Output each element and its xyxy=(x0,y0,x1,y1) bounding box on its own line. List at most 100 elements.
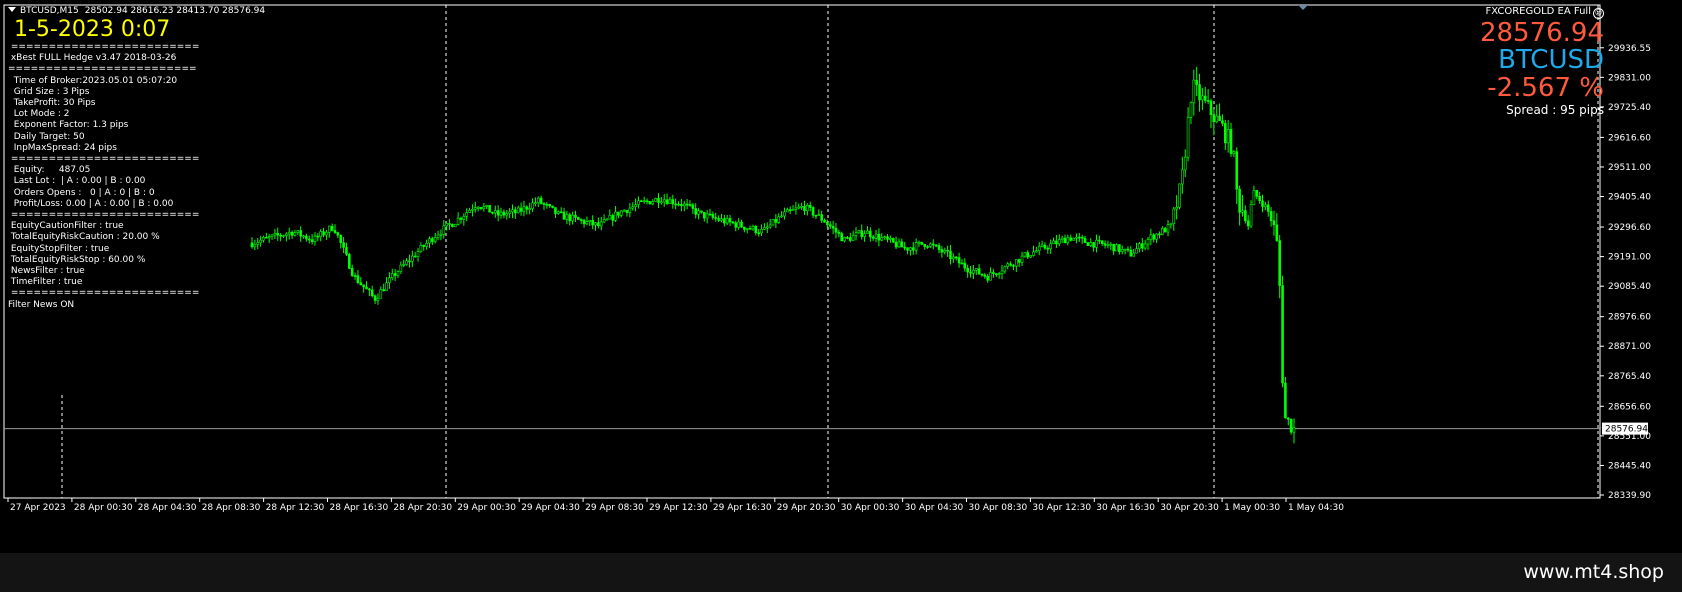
y-tick-label: 28339.90 xyxy=(1608,491,1651,501)
candle-body xyxy=(932,243,935,246)
candle-body xyxy=(674,203,677,206)
candle-body xyxy=(534,202,537,205)
candle-body xyxy=(285,233,288,236)
candle-body xyxy=(453,223,457,228)
candle-body xyxy=(505,213,509,216)
chart-menu-triangle-icon[interactable] xyxy=(8,7,16,12)
candle-body xyxy=(662,199,666,203)
candle xyxy=(768,218,772,229)
candle xyxy=(837,229,841,238)
candle-body xyxy=(909,247,912,251)
candle-body xyxy=(831,226,835,229)
candle-body xyxy=(536,197,540,204)
candle-body xyxy=(820,214,823,221)
candle-body xyxy=(388,277,391,283)
candle xyxy=(757,228,760,237)
candle xyxy=(828,221,832,230)
x-tick-label: 30 Apr 16:30 xyxy=(1096,503,1155,513)
x-tick-label: 29 Apr 16:30 xyxy=(713,503,772,513)
symbol-timeframe: BTCUSD,M15 xyxy=(20,6,79,16)
candle-body xyxy=(574,214,577,218)
candle xyxy=(373,294,377,304)
candle xyxy=(960,259,964,265)
x-tick-label: 30 Apr 04:30 xyxy=(905,503,964,513)
candle-body xyxy=(602,219,606,223)
candle xyxy=(926,245,929,249)
candle-body xyxy=(880,237,884,241)
candle-body xyxy=(1112,243,1115,252)
chart-area[interactable]: 29936.55 29831.00 29725.40 29616.60 29511.00… xyxy=(0,0,1682,553)
candle xyxy=(714,212,718,222)
candle-body xyxy=(860,230,864,237)
candle-body xyxy=(745,228,749,230)
candle-body xyxy=(1012,265,1015,267)
candle-body xyxy=(800,205,803,208)
candle-body xyxy=(688,204,692,206)
candle-body xyxy=(1080,236,1084,239)
candle-body xyxy=(737,221,740,228)
candle-body xyxy=(994,273,998,276)
candle-body xyxy=(771,219,775,226)
candle xyxy=(937,242,941,254)
candle xyxy=(1272,210,1276,236)
candle xyxy=(439,229,443,241)
candle xyxy=(880,233,884,242)
candle-body xyxy=(1046,247,1050,250)
candle-body xyxy=(368,288,371,291)
candle xyxy=(316,232,320,242)
candle-body xyxy=(276,232,280,236)
candle-body xyxy=(1266,204,1270,212)
daily-change: -2.567 % xyxy=(1487,73,1604,103)
candle xyxy=(568,212,572,226)
candle-body xyxy=(396,271,400,276)
candle xyxy=(1120,245,1124,255)
candle xyxy=(396,270,400,279)
candle-body xyxy=(468,210,471,213)
candle-body xyxy=(685,203,689,206)
candle-body xyxy=(648,201,652,205)
candle xyxy=(682,200,686,212)
candle xyxy=(299,226,302,242)
candle-body xyxy=(1201,95,1204,101)
candle xyxy=(860,224,864,240)
candle-body xyxy=(894,241,898,248)
candle-body xyxy=(711,214,715,218)
x-tick-label: 27 Apr 2023 xyxy=(10,503,66,513)
candle-body xyxy=(854,232,858,236)
candle xyxy=(399,261,403,274)
candle xyxy=(356,270,360,285)
candle-body xyxy=(768,224,772,228)
candle-body xyxy=(1043,244,1047,249)
candle xyxy=(416,248,420,262)
candle xyxy=(319,229,323,242)
candle xyxy=(270,234,274,240)
y-tick-label: 28445.40 xyxy=(1608,461,1651,471)
candle-body xyxy=(262,236,265,241)
candle xyxy=(433,232,437,244)
candle xyxy=(923,243,927,250)
candle xyxy=(307,235,311,244)
candle xyxy=(1083,235,1087,243)
candle-body xyxy=(522,206,526,212)
candle-body xyxy=(1289,418,1293,433)
candle xyxy=(1244,205,1247,224)
candle-body xyxy=(333,230,337,233)
candle-body xyxy=(448,223,451,225)
candle xyxy=(946,245,949,257)
candle-body xyxy=(786,209,789,213)
candle xyxy=(1032,245,1035,257)
candle xyxy=(465,208,468,222)
candle-body xyxy=(680,204,683,207)
candle-body xyxy=(906,247,909,251)
candle xyxy=(906,247,909,255)
symbol-name: BTCUSD xyxy=(1498,45,1604,75)
candle xyxy=(723,214,726,227)
candle-body xyxy=(1003,266,1007,272)
candle-body xyxy=(960,262,964,265)
candle xyxy=(1212,109,1216,136)
candle-body xyxy=(494,210,497,214)
candle-body xyxy=(1269,211,1273,222)
candle xyxy=(597,217,600,229)
candle xyxy=(342,237,345,253)
candle-body xyxy=(508,211,511,214)
